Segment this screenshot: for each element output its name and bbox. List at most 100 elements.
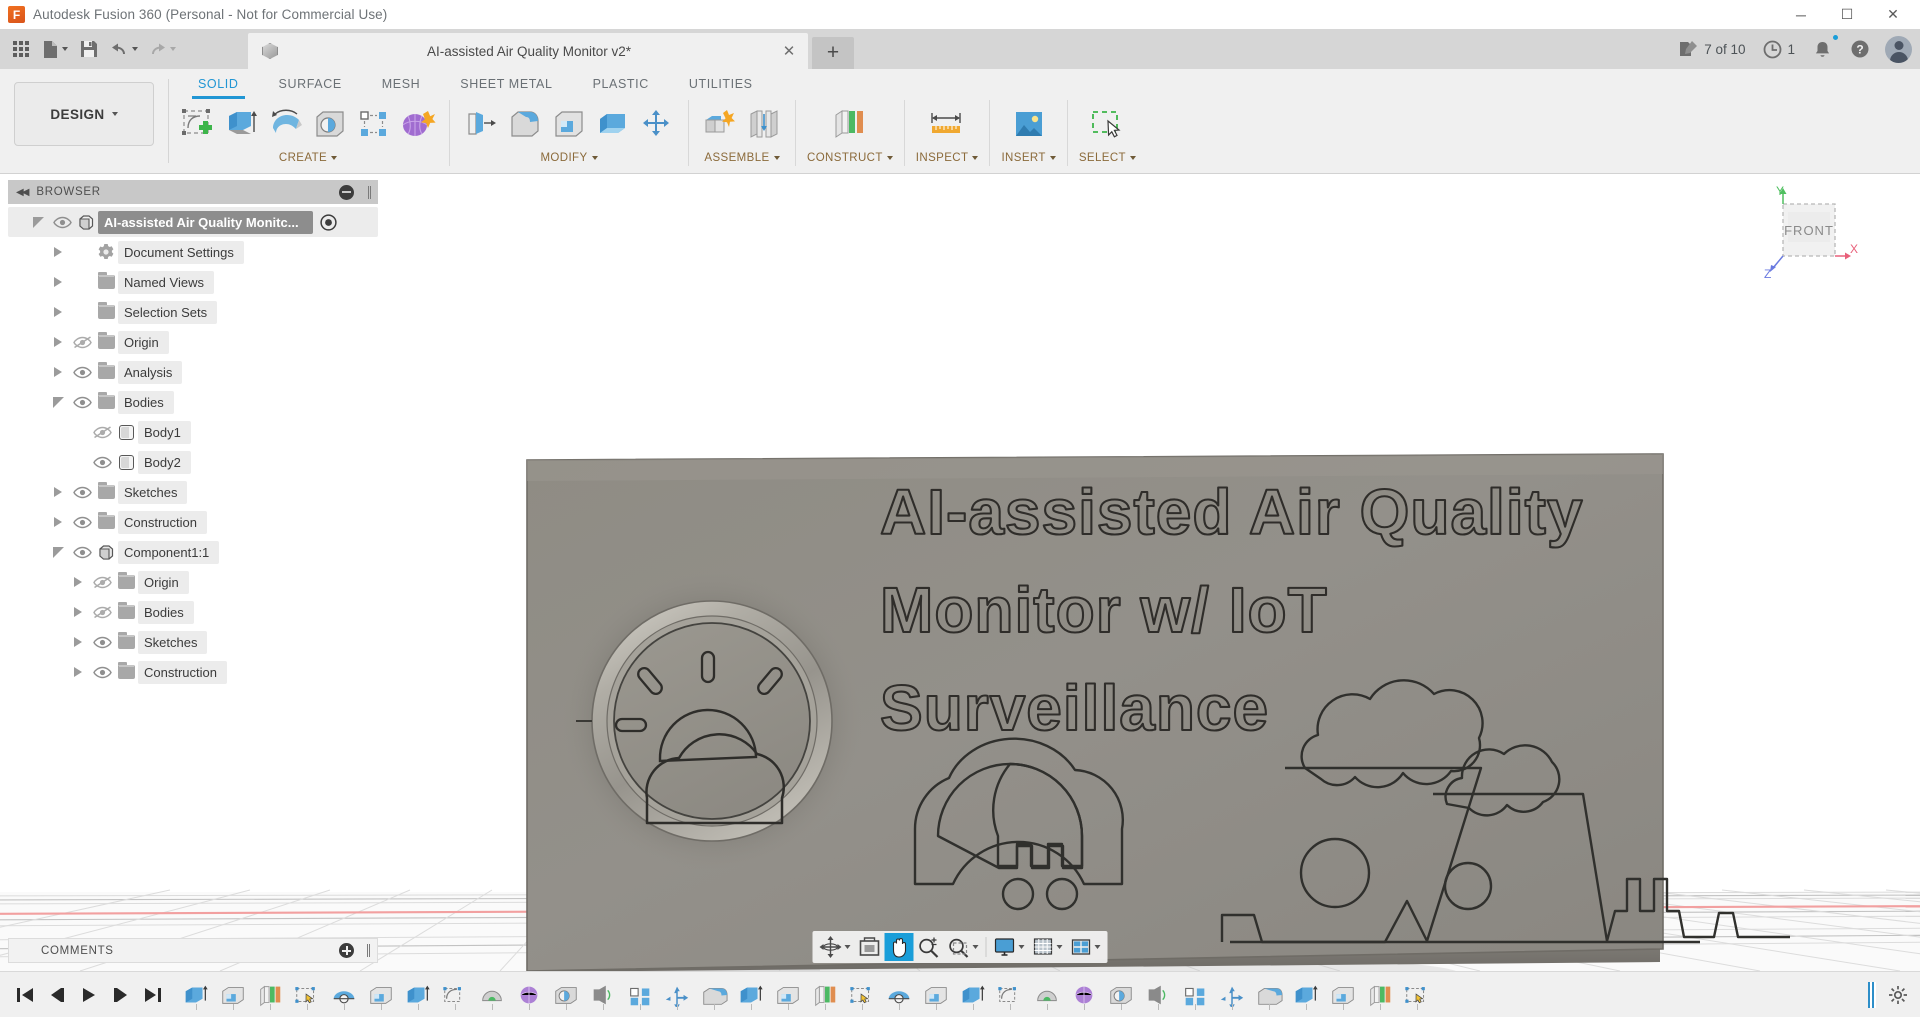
visibility-toggle[interactable] [90, 606, 114, 619]
pattern-button[interactable] [354, 101, 394, 147]
expander-closed-icon[interactable] [66, 667, 90, 677]
browser-node-origin[interactable]: Origin [8, 567, 378, 597]
modify-group-label[interactable]: MODIFY [540, 152, 597, 164]
browser-node-sketches[interactable]: Sketches [8, 477, 378, 507]
measure-button[interactable] [927, 101, 967, 147]
eye-visible-icon[interactable] [53, 216, 72, 229]
go-to-beginning-icon[interactable] [16, 987, 34, 1003]
nameplate-model[interactable]: AI-assisted Air Quality Monitor w/ IoT S… [527, 454, 1790, 971]
select-group-label[interactable]: SELECT [1079, 152, 1136, 164]
browser-node-named-views[interactable]: Named Views [8, 267, 378, 297]
timeline-feature[interactable] [474, 977, 510, 1013]
expander-closed-icon[interactable] [66, 607, 90, 617]
expander-closed-icon[interactable] [46, 307, 70, 317]
browser-node-ai-assisted-air-quality-monitc[interactable]: AI-assisted Air Quality Monitc... [8, 207, 378, 237]
expander-open-icon[interactable] [26, 217, 50, 228]
extrude-button[interactable] [222, 101, 262, 147]
save-button[interactable] [74, 32, 104, 66]
document-tab[interactable]: AI-assisted Air Quality Monitor v2* ✕ [248, 33, 808, 69]
construct-group-label[interactable]: CONSTRUCT [807, 152, 893, 164]
visibility-toggle[interactable] [70, 336, 94, 349]
revolve-button[interactable] [266, 101, 306, 147]
shell-button[interactable] [549, 101, 589, 147]
look-at-button[interactable] [855, 933, 885, 961]
eye-hidden-icon[interactable] [73, 336, 92, 349]
apps-grid-button[interactable] [6, 32, 36, 66]
eye-visible-icon[interactable] [93, 636, 112, 649]
expander-closed-icon[interactable] [46, 277, 70, 287]
browser-node-bodies[interactable]: Bodies [8, 387, 378, 417]
timeline-end-marker[interactable] [1868, 982, 1876, 1008]
redo-button[interactable] [144, 32, 180, 66]
create-sketch-button[interactable] [178, 101, 218, 147]
visibility-toggle[interactable] [90, 576, 114, 589]
timeline-feature[interactable] [992, 977, 1028, 1013]
weather-knob[interactable] [562, 571, 862, 871]
visibility-toggle[interactable] [70, 516, 94, 529]
add-comment-button[interactable] [339, 943, 354, 958]
pan-button[interactable] [885, 933, 914, 961]
help-button[interactable]: ? [1843, 33, 1877, 65]
tab-plastic[interactable]: PLASTIC [573, 71, 669, 99]
visibility-toggle[interactable] [90, 636, 114, 649]
collapse-panel-icon[interactable]: ◀◀ [16, 187, 27, 198]
expander-closed-icon[interactable] [46, 247, 70, 257]
visibility-toggle[interactable] [70, 366, 94, 379]
insert-image-button[interactable] [1009, 101, 1049, 147]
assemble-group-label[interactable]: ASSEMBLE [704, 152, 779, 164]
expander-closed-icon[interactable] [46, 337, 70, 347]
view-cube[interactable]: FRONT Y X Z [1750, 182, 1870, 292]
move-copy-button[interactable] [637, 101, 677, 147]
close-document-tab-button[interactable]: ✕ [780, 42, 798, 60]
expander-closed-icon[interactable] [46, 367, 70, 377]
viewport[interactable]: AI-assisted Air Quality Monitor w/ IoT S… [0, 174, 1920, 971]
notifications-button[interactable] [1806, 33, 1839, 65]
eye-hidden-icon[interactable] [93, 426, 112, 439]
create-group-label[interactable]: CREATE [279, 152, 337, 164]
comments-bar[interactable]: COMMENTS [8, 938, 378, 963]
eye-visible-icon[interactable] [73, 516, 92, 529]
timeline-feature[interactable] [437, 977, 473, 1013]
press-pull-button[interactable] [461, 101, 501, 147]
visibility-toggle[interactable] [90, 666, 114, 679]
browser-node-origin[interactable]: Origin [8, 327, 378, 357]
timeline-feature[interactable] [178, 977, 214, 1013]
step-forward-icon[interactable] [112, 987, 130, 1003]
avatar[interactable] [1885, 36, 1912, 63]
orbit-button[interactable] [816, 933, 855, 961]
inspect-group-label[interactable]: INSPECT [916, 152, 979, 164]
visibility-toggle[interactable] [70, 486, 94, 499]
timeline-features[interactable] [178, 972, 1856, 1017]
timeline-feature[interactable] [955, 977, 991, 1013]
step-back-icon[interactable] [48, 987, 66, 1003]
expander-closed-icon[interactable] [66, 637, 90, 647]
go-to-end-icon[interactable] [144, 987, 162, 1003]
timeline-feature[interactable] [918, 977, 954, 1013]
joint-button[interactable] [744, 101, 784, 147]
play-icon[interactable] [80, 987, 98, 1003]
expander-open-icon[interactable] [46, 397, 70, 408]
browser-node-construction[interactable]: Construction [8, 657, 378, 687]
expander-open-icon[interactable] [46, 547, 70, 558]
timeline-feature[interactable] [400, 977, 436, 1013]
jobs-status[interactable]: 7 of 10 [1672, 33, 1752, 65]
combine-button[interactable] [593, 101, 633, 147]
timeline-feature[interactable] [289, 977, 325, 1013]
expander-closed-icon[interactable] [46, 487, 70, 497]
timeline-feature[interactable] [1325, 977, 1361, 1013]
new-component-button[interactable] [700, 101, 740, 147]
eye-visible-icon[interactable] [93, 666, 112, 679]
timeline-feature[interactable] [252, 977, 288, 1013]
grid-and-snaps-button[interactable] [1029, 933, 1067, 961]
timeline-feature[interactable] [844, 977, 880, 1013]
timeline-feature[interactable] [215, 977, 251, 1013]
eye-visible-icon[interactable] [73, 396, 92, 409]
minimize-button[interactable]: ─ [1778, 0, 1824, 29]
timeline-feature[interactable] [659, 977, 695, 1013]
timeline-feature[interactable] [363, 977, 399, 1013]
browser-node-construction[interactable]: Construction [8, 507, 378, 537]
history-status[interactable]: 1 [1756, 33, 1802, 65]
timeline-feature[interactable] [1103, 977, 1139, 1013]
visibility-toggle[interactable] [50, 216, 74, 229]
timeline-feature[interactable] [1140, 977, 1176, 1013]
